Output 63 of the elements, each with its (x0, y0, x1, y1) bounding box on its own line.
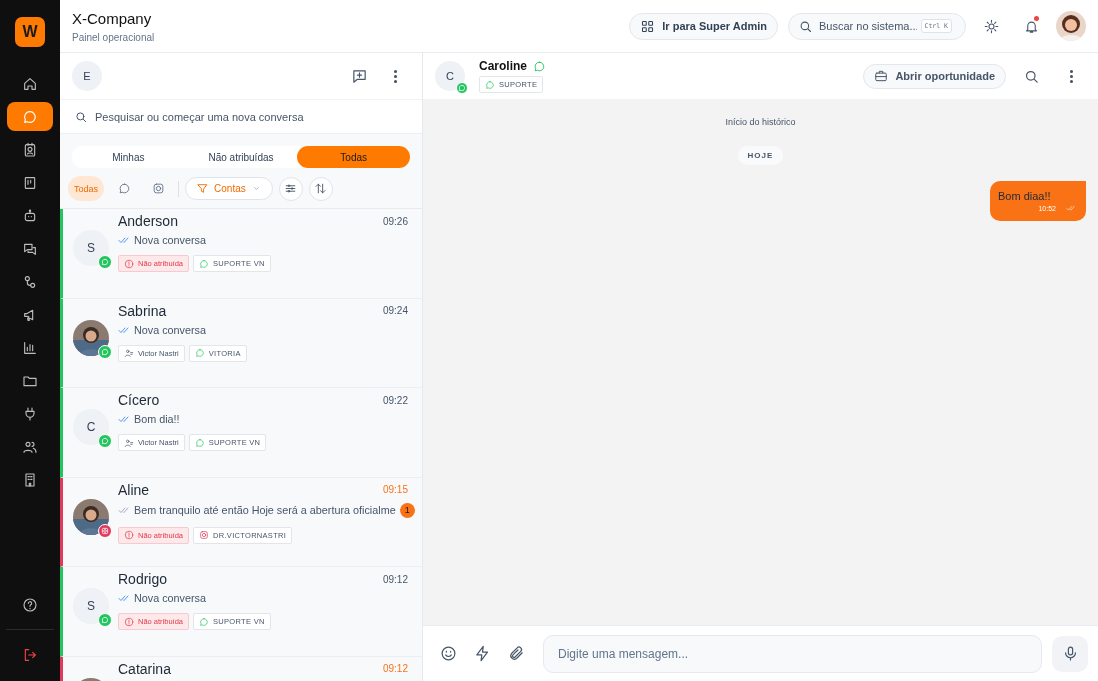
message-preview: Bom dia!! (134, 413, 181, 425)
message-preview: Nova conversa (134, 592, 207, 604)
message-time: 09:12 (382, 573, 408, 585)
message-preview: Nova conversa (134, 323, 207, 336)
filter-icon (196, 182, 210, 195)
chat-bubble-badge-icon (98, 255, 112, 269)
conversation-search-field[interactable]: Pesquisar ou começar uma nova conversa (60, 99, 422, 134)
chat-bubble-icon (199, 258, 210, 269)
sort-icon[interactable] (308, 176, 333, 201)
contact-avatar: S (73, 588, 109, 624)
briefcase-icon (874, 69, 889, 83)
filter-tab[interactable]: Todas (297, 146, 410, 168)
contact-name: Sabrina (118, 302, 168, 319)
contact-avatar: C (73, 409, 109, 445)
chat-icon[interactable] (7, 102, 53, 131)
chat-bubble-icon (194, 437, 205, 448)
contact-name: Aline (118, 481, 151, 498)
camera-icon (199, 530, 210, 540)
chat-bubble-badge-icon (98, 434, 112, 448)
logo: W (15, 17, 45, 47)
person-icon (124, 348, 134, 358)
page-subtitle: Painel operacional (72, 31, 155, 43)
alert-icon (124, 530, 134, 540)
chat-bubble-icon (199, 616, 210, 627)
contact-name: Anderson (118, 213, 179, 229)
chat-bubble-badge-icon (456, 82, 468, 94)
alert-icon (124, 616, 134, 627)
message-time: 09:12 (382, 663, 408, 674)
contact-name: Caroline (479, 59, 527, 73)
chat-bubble-badge-icon (98, 613, 112, 627)
grid-icon (640, 18, 656, 34)
filter-tab[interactable]: Não atribuídas (184, 146, 298, 168)
alert-icon (124, 258, 134, 269)
message-text: Bom diaa!! (998, 190, 1052, 202)
contact-avatar: S (73, 230, 109, 266)
history-label: Início do histórico (725, 117, 796, 127)
super-admin-button[interactable]: Ir para Super Admin (629, 12, 778, 40)
message-preview: Nova conversa (134, 234, 207, 246)
contact-name: Cícero (118, 392, 161, 408)
chat-bubble-icon (194, 348, 205, 358)
bell-icon (1023, 18, 1039, 34)
contact-name: Rodrigo (118, 571, 169, 587)
filter-tab[interactable]: Minhas (72, 146, 185, 168)
message-preview: Bem tranquilo até então Hoje será a abertura oficialme (134, 504, 396, 516)
open-opportunity-button[interactable]: Abrir oportunidade (863, 63, 1006, 89)
user-avatar[interactable]: E (72, 61, 102, 91)
unread-count: 1 (399, 502, 415, 518)
company-title: X-Company (72, 9, 153, 27)
message-time: 09:26 (382, 215, 408, 227)
message-time: 09:24 (382, 305, 408, 316)
search-icon (74, 110, 88, 124)
date-chip: HOJE (737, 146, 784, 165)
double-check-icon (1066, 203, 1076, 213)
contact-name: Catarina (118, 660, 172, 677)
person-icon (124, 437, 134, 448)
settings-icon[interactable] (278, 176, 303, 201)
chat-bubble-icon (485, 79, 495, 90)
message-time: 09:22 (382, 394, 408, 406)
microphone-icon[interactable] (1052, 635, 1088, 672)
status-icon (533, 59, 546, 73)
contact-avatar: C (435, 61, 465, 91)
message-input[interactable]: Digite uma mensagem... (543, 634, 1042, 673)
message-time: 09:15 (382, 484, 408, 495)
